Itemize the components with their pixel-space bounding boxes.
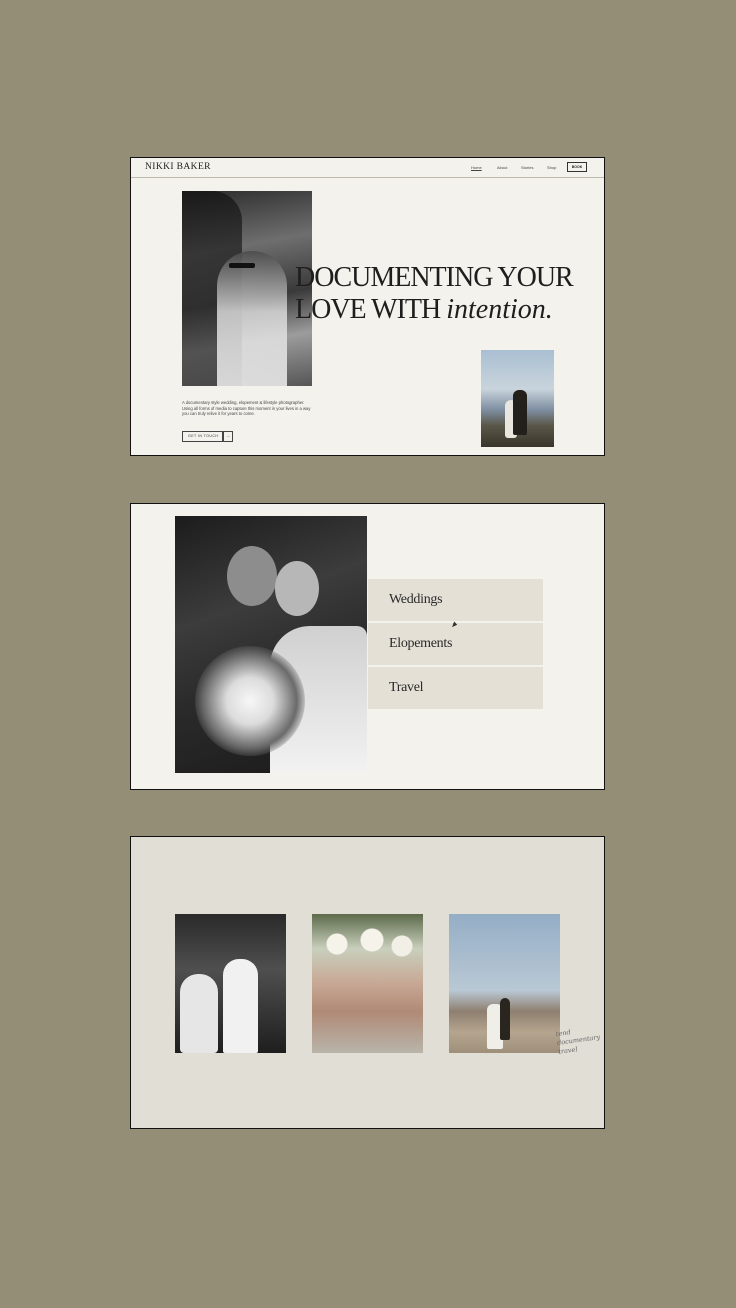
headline-line-2-text: LOVE WITH [295,294,447,325]
signature-script: tend documentary travel [555,1024,602,1057]
photo-groom [513,390,527,435]
intro-text: A documentary style wedding, elopement &… [182,400,311,417]
photo-bride-face [275,561,319,616]
headline-italic: intention. [446,294,553,325]
photo-sunglasses [229,263,255,268]
nav-link-stories[interactable]: Stories [521,165,533,170]
headline-line-2: LOVE WITH intention. [295,294,573,326]
gallery-photo-coast[interactable] [449,914,560,1053]
photo-groom [500,998,510,1040]
homepage-preview: NIKKI BAKER Home About Stories Shop BOOK… [130,157,605,456]
service-travel[interactable]: Travel [368,667,543,709]
nav-link-home[interactable]: Home [471,165,482,170]
nav-link-shop[interactable]: Shop [547,165,556,170]
hero-headline: DOCUMENTING YOUR LOVE WITH intention. [295,262,574,326]
photo-groom-face [227,546,277,606]
headline-line-1: DOCUMENTING YOUR [295,262,574,293]
photo-flowers [317,924,417,964]
services-preview: Weddings Elopements Travel [130,503,605,790]
get-in-touch-button[interactable]: GET IN TOUCH [182,431,223,442]
gallery-photo-bridesmaids[interactable] [312,914,423,1053]
site-logo[interactable]: NIKKI BAKER [145,162,211,172]
photo-bride [180,974,218,1053]
gallery-photo-dance[interactable] [175,914,286,1053]
beach-photo [481,350,554,447]
photo-bouquet [195,646,305,756]
service-weddings[interactable]: Weddings [368,579,543,621]
hero-photo [182,191,312,386]
nav-link-about[interactable]: About [497,165,507,170]
book-button[interactable]: BOOK [567,162,587,172]
couple-photo [175,516,367,773]
top-nav: NIKKI BAKER Home About Stories Shop BOOK [131,158,604,178]
gallery-preview: tend documentary travel [130,836,605,1129]
photo-groom [223,959,258,1053]
photo-subject [217,251,287,386]
service-elopements[interactable]: Elopements [368,623,543,665]
arrow-right-icon[interactable]: → [223,431,233,442]
